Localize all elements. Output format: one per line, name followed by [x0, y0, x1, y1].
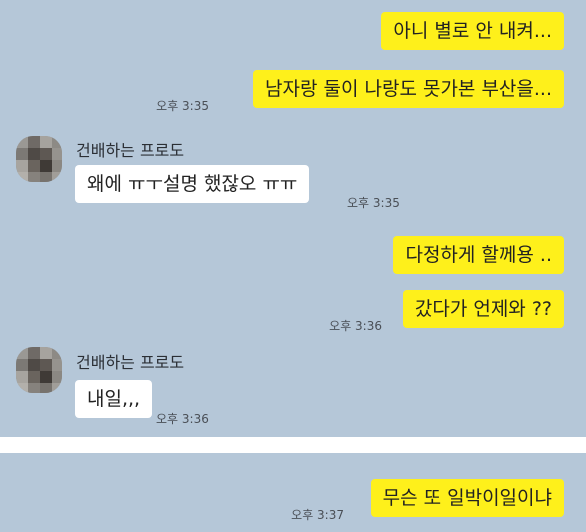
message-text: 갔다가 언제와 ?? [414, 298, 552, 320]
message-time: 오후 3:37 [291, 508, 344, 522]
message-time: 오후 3:35 [156, 99, 209, 113]
avatar[interactable] [16, 136, 62, 182]
message-bubble-incoming[interactable]: 왜에 ㅠㅜ설명 했잖오 ㅠㅠ [75, 165, 310, 203]
message-bubble-incoming[interactable]: 내일,,, [75, 380, 153, 418]
avatar[interactable] [16, 347, 62, 393]
message-text: 내일,,, [87, 388, 141, 410]
message-time: 오후 3:36 [156, 412, 209, 426]
message-text: 왜에 ㅠㅜ설명 했잖오 ㅠㅠ [87, 173, 298, 195]
chat-panel-top: 아니 별로 안 내켜... 오후 3:35 남자랑 둘이 나랑도 못가본 부산을… [0, 0, 586, 437]
message-bubble-outgoing[interactable]: 다정하게 할께용 .. [393, 236, 564, 274]
chat-panel-bottom: 오후 3:37 무슨 또 일박이일이냐 [0, 453, 586, 532]
message-text: 무슨 또 일박이일이냐 [382, 487, 552, 509]
message-text: 남자랑 둘이 나랑도 못가본 부산을... [265, 78, 552, 100]
message-time: 오후 3:35 [347, 196, 400, 210]
message-bubble-outgoing[interactable]: 아니 별로 안 내켜... [381, 12, 564, 50]
message-bubble-outgoing[interactable]: 갔다가 언제와 ?? [402, 290, 564, 328]
message-text: 아니 별로 안 내켜... [393, 20, 552, 42]
message-bubble-outgoing[interactable]: 남자랑 둘이 나랑도 못가본 부산을... [253, 70, 564, 108]
message-bubble-outgoing[interactable]: 무슨 또 일박이일이냐 [370, 479, 564, 517]
sender-name: 건배하는 프로도 [76, 353, 185, 372]
message-time: 오후 3:36 [329, 319, 382, 333]
sender-name: 건배하는 프로도 [76, 141, 185, 160]
message-text: 다정하게 할께용 .. [405, 244, 552, 266]
